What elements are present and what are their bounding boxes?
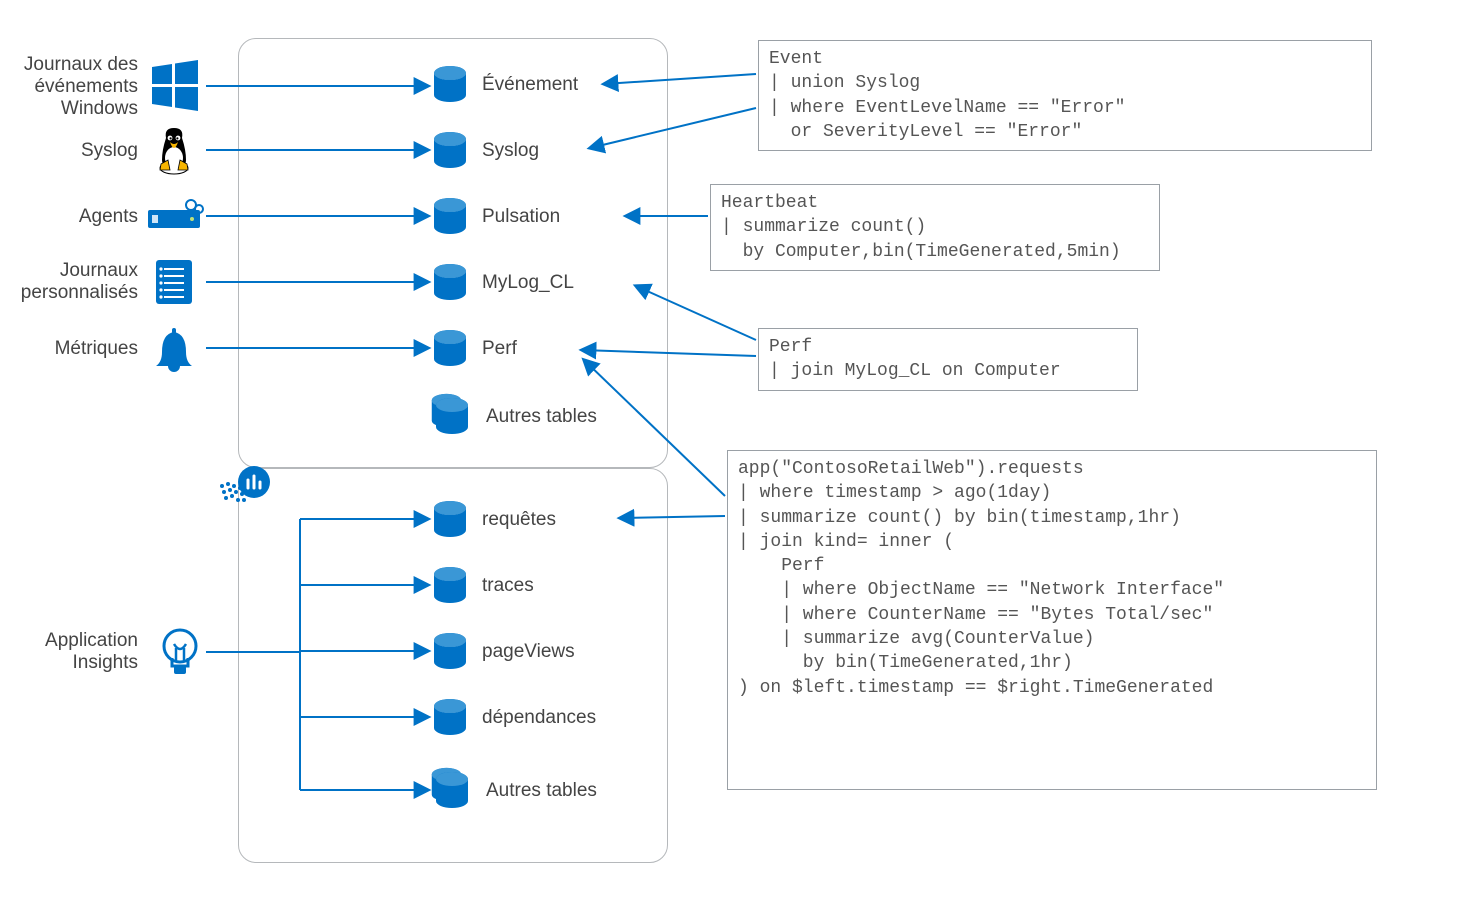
- source-metrics-label: Métriques: [8, 338, 138, 360]
- table-requests-label: requêtes: [482, 509, 556, 531]
- server-icon: [148, 200, 203, 228]
- workspace-box-bottom: [238, 468, 668, 863]
- source-custom-logs-label: Journaux personnalisés: [8, 260, 138, 304]
- query-box-3: Perf | join MyLog_CL on Computer: [758, 328, 1138, 391]
- table-heartbeat-label: Pulsation: [482, 206, 560, 228]
- source-windows-events-label: Journaux des événements Windows: [8, 54, 138, 120]
- source-agents-label: Agents: [8, 206, 138, 228]
- table-mylog-label: MyLog_CL: [482, 272, 574, 294]
- list-icon: [156, 260, 192, 304]
- table-traces-label: traces: [482, 575, 534, 597]
- table-syslog-label: Syslog: [482, 140, 539, 162]
- query-box-4: app("ContosoRetailWeb").requests | where…: [727, 450, 1377, 790]
- query-box-1: Event | union Syslog | where EventLevelN…: [758, 40, 1372, 151]
- table-other-top-label: Autres tables: [486, 406, 597, 428]
- table-dependencies-label: dépendances: [482, 707, 596, 729]
- query-box-2: Heartbeat | summarize count() by Compute…: [710, 184, 1160, 271]
- table-pageviews-label: pageViews: [482, 641, 575, 663]
- table-event-label: Événement: [482, 74, 578, 96]
- source-appinsights-label: Application Insights: [8, 630, 138, 674]
- linux-icon: [160, 128, 188, 174]
- source-syslog-label: Syslog: [8, 140, 138, 162]
- windows-icon: [152, 60, 198, 111]
- bulb-icon: [164, 630, 196, 674]
- table-other-ai-label: Autres tables: [486, 780, 597, 802]
- table-perf-label: Perf: [482, 338, 517, 360]
- workspace-box-top: [238, 38, 668, 468]
- bell-icon: [156, 328, 192, 372]
